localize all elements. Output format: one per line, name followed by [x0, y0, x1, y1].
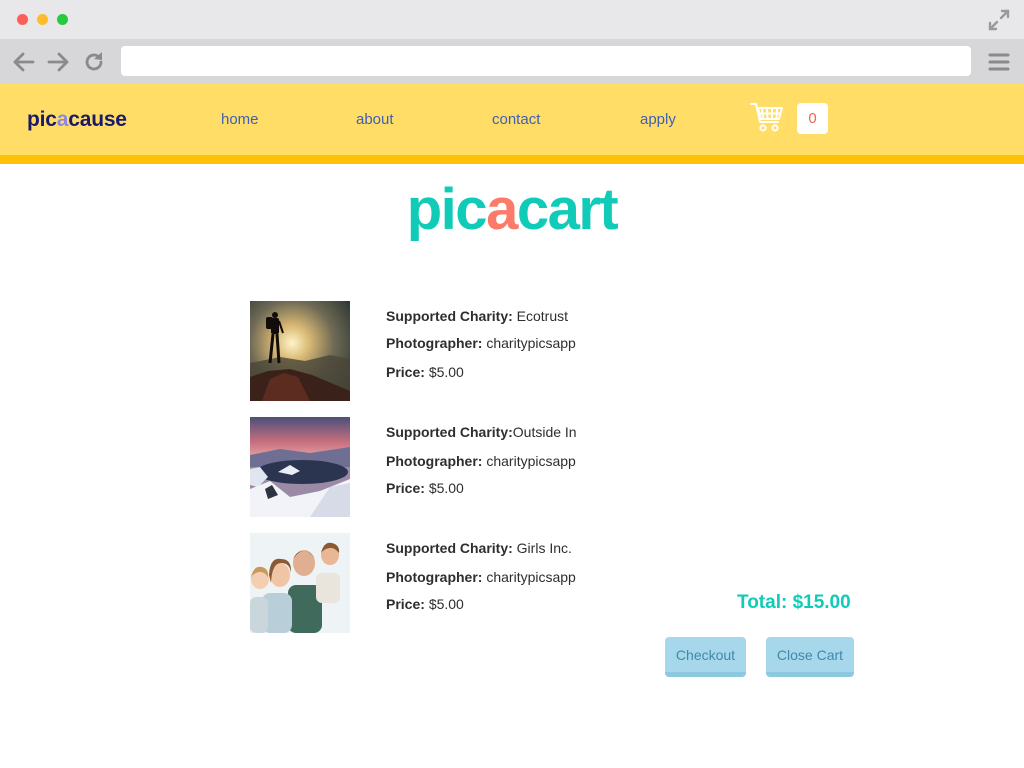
page-title: picacart: [0, 176, 1024, 243]
item-2-charity: Supported Charity:Outside In: [386, 424, 577, 440]
photographer-value: charitypicsapp: [486, 453, 576, 469]
item-1-charity: Supported Charity: Ecotrust: [386, 308, 568, 324]
cart-total: Total: $15.00: [737, 592, 851, 613]
item-3-price: Price: $5.00: [386, 596, 464, 612]
crater-lake-photo-thumbnail: [250, 417, 350, 517]
address-bar[interactable]: [121, 46, 971, 76]
price-value: $5.00: [428, 480, 464, 496]
charity-value: Ecotrust: [516, 308, 569, 324]
price-label: Price:: [386, 480, 425, 496]
item-1-photographer: Photographer: charitypicsapp: [386, 335, 576, 351]
site-logo[interactable]: picacause: [27, 108, 127, 132]
item-2-price: Price: $5.00: [386, 480, 464, 496]
charity-value: Outside In: [512, 424, 577, 440]
charity-label: Supported Charity:: [386, 540, 513, 556]
nav-link-apply[interactable]: apply: [640, 111, 676, 128]
arrow-right-icon[interactable]: [46, 50, 70, 74]
price-label: Price:: [386, 596, 425, 612]
hiker-photo-thumbnail: [250, 301, 350, 401]
header-stripe: [0, 155, 1024, 164]
photographer-value: charitypicsapp: [486, 335, 576, 351]
arrow-left-icon[interactable]: [12, 50, 36, 74]
photographer-label: Photographer:: [386, 453, 483, 469]
close-cart-button[interactable]: Close Cart: [766, 637, 854, 677]
charity-label: Supported Charity:: [386, 424, 513, 440]
nav-link-contact[interactable]: contact: [492, 111, 540, 128]
charity-value: Girls Inc.: [516, 540, 572, 556]
photographer-value: charitypicsapp: [486, 569, 576, 585]
family-photo-thumbnail: [250, 533, 350, 633]
close-window-button[interactable]: [17, 14, 28, 25]
item-2-photographer: Photographer: charitypicsapp: [386, 453, 576, 469]
minimize-window-button[interactable]: [37, 14, 48, 25]
item-3-photographer: Photographer: charitypicsapp: [386, 569, 576, 585]
price-label: Price:: [386, 364, 425, 380]
browser-toolbar: [0, 39, 1024, 84]
title-accent: a: [486, 177, 518, 242]
logo-prefix: pic: [27, 108, 57, 131]
title-prefix: pic: [406, 177, 488, 242]
item-1-price: Price: $5.00: [386, 364, 464, 380]
shopping-cart-icon[interactable]: [750, 100, 784, 134]
hamburger-menu-icon[interactable]: [987, 51, 1011, 73]
checkout-button[interactable]: Checkout: [665, 637, 746, 677]
cart-count-badge[interactable]: 0: [797, 103, 828, 134]
logo-accent: a: [56, 108, 69, 131]
maximize-window-button[interactable]: [57, 14, 68, 25]
photographer-label: Photographer:: [386, 569, 483, 585]
price-value: $5.00: [428, 364, 464, 380]
reload-icon[interactable]: [82, 50, 106, 74]
item-3-charity: Supported Charity: Girls Inc.: [386, 540, 572, 556]
photographer-label: Photographer:: [386, 335, 483, 351]
nav-link-home[interactable]: home: [221, 111, 259, 128]
nav-link-about[interactable]: about: [356, 111, 394, 128]
price-value: $5.00: [428, 596, 464, 612]
expand-icon[interactable]: [988, 9, 1010, 31]
logo-suffix: cause: [68, 108, 127, 131]
browser-titlebar: [0, 0, 1024, 39]
title-suffix: cart: [516, 177, 619, 242]
charity-label: Supported Charity:: [386, 308, 513, 324]
